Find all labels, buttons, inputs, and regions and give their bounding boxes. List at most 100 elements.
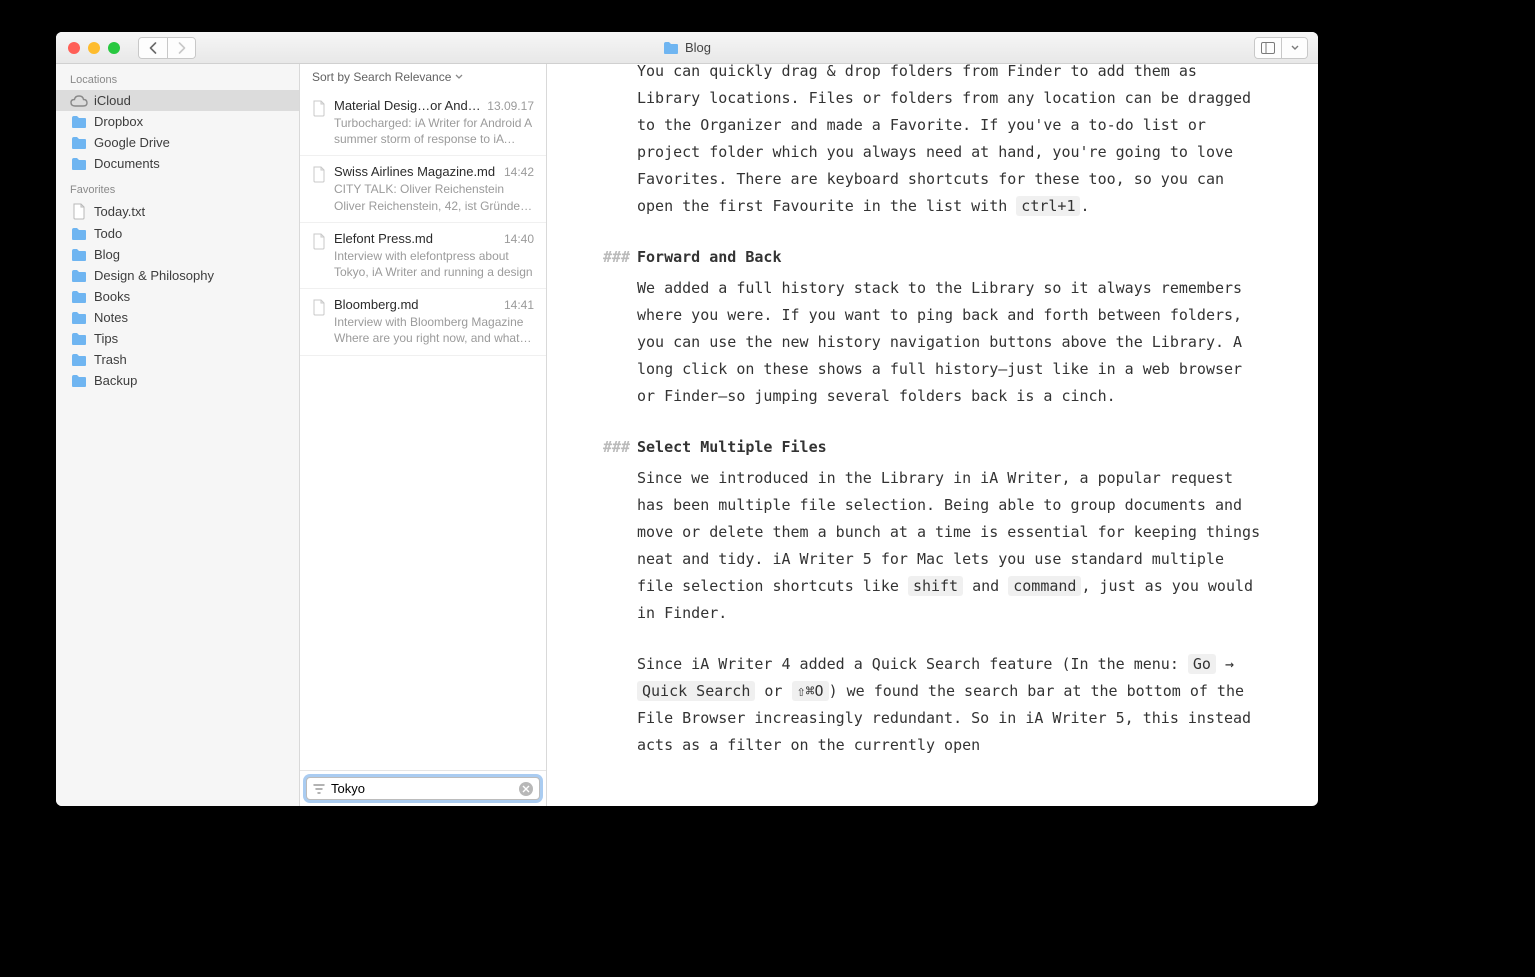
file-item[interactable]: Elefont Press.md 14:40 Interview with el… xyxy=(300,223,546,289)
sidebar-item-label: Trash xyxy=(94,352,127,367)
sidebar-item-trash[interactable]: Trash xyxy=(56,349,299,370)
editor-heading: ### Forward and Back xyxy=(637,244,1264,271)
search-input[interactable] xyxy=(331,781,513,796)
file-item[interactable]: Bloomberg.md 14:41 Interview with Bloomb… xyxy=(300,289,546,355)
minimize-button[interactable] xyxy=(88,42,100,54)
maximize-button[interactable] xyxy=(108,42,120,54)
titlebar: Blog xyxy=(56,32,1318,64)
breadcrumb: Blog xyxy=(663,40,711,55)
file-preview: Turbocharged: iA Writer for Android A su… xyxy=(334,115,534,147)
sidebar-item-books[interactable]: Books xyxy=(56,286,299,307)
file-item[interactable]: Material Desig…or Android.txt 13.09.17 T… xyxy=(300,90,546,156)
folder-icon xyxy=(663,41,679,55)
file-preview: Interview with Bloomberg Magazine Where … xyxy=(334,314,534,346)
inline-code: command xyxy=(1008,576,1081,596)
folder-icon xyxy=(70,374,88,388)
inline-code: ⇧⌘O xyxy=(792,681,829,701)
file-preview: Interview with elefontpress about Tokyo,… xyxy=(334,248,534,280)
editor-paragraph: Since we introduced in the Library in iA… xyxy=(637,465,1264,627)
folder-icon xyxy=(70,157,88,171)
sidebar-item-label: Backup xyxy=(94,373,137,388)
doc-icon xyxy=(312,233,326,280)
doc-icon xyxy=(312,166,326,213)
folder-icon xyxy=(70,353,88,367)
file-date: 13.09.17 xyxy=(487,99,534,113)
file-item[interactable]: Swiss Airlines Magazine.md 14:42 CITY TA… xyxy=(300,156,546,222)
sidebar-item-label: iCloud xyxy=(94,93,131,108)
doc-icon xyxy=(312,100,326,147)
file-preview: CITY TALK: Oliver Reichenstein Oliver Re… xyxy=(334,181,534,213)
close-icon xyxy=(522,785,530,793)
heading-marker: ### xyxy=(603,244,630,271)
nav-buttons xyxy=(138,37,196,59)
sidebar-item-label: Design & Philosophy xyxy=(94,268,214,283)
folder-icon xyxy=(70,332,88,346)
file-date: 14:40 xyxy=(504,232,534,246)
inline-code: ctrl+1 xyxy=(1016,196,1080,216)
editor[interactable]: You can quickly drag & drop folders from… xyxy=(547,32,1318,806)
filter-icon xyxy=(313,783,325,795)
chevron-down-icon xyxy=(455,74,463,80)
nav-back-button[interactable] xyxy=(139,38,167,58)
sidebar-item-label: Google Drive xyxy=(94,135,170,150)
nav-forward-button[interactable] xyxy=(167,38,195,58)
sidebar-section-header: Locations xyxy=(56,64,299,90)
sidebar-item-label: Books xyxy=(94,289,130,304)
folder-icon xyxy=(70,136,88,150)
heading-text: Select Multiple Files xyxy=(637,438,827,456)
sidebar-item-backup[interactable]: Backup xyxy=(56,370,299,391)
traffic-lights xyxy=(56,42,120,54)
editor-paragraph: You can quickly drag & drop folders from… xyxy=(637,58,1264,220)
view-controls xyxy=(1254,37,1308,59)
sidebar-item-todo[interactable]: Todo xyxy=(56,223,299,244)
folder-icon xyxy=(70,227,88,241)
search-bar xyxy=(300,770,546,806)
cloud-icon xyxy=(70,94,88,108)
heading-text: Forward and Back xyxy=(637,248,782,266)
sidebar-item-label: Blog xyxy=(94,247,120,262)
sort-label: Sort by Search Relevance xyxy=(312,70,451,84)
file-list: Sort by Search Relevance Material Desig…… xyxy=(300,32,547,806)
breadcrumb-label: Blog xyxy=(685,40,711,55)
sidebar-item-label: Dropbox xyxy=(94,114,143,129)
sidebar: Locations iCloud Dropbox Google Drive Do… xyxy=(56,32,300,806)
sidebar-item-label: Documents xyxy=(94,156,160,171)
sidebar-item-documents[interactable]: Documents xyxy=(56,153,299,174)
editor-heading: ### Select Multiple Files xyxy=(637,434,1264,461)
doc-icon xyxy=(312,299,326,346)
search-field[interactable] xyxy=(306,777,540,800)
close-button[interactable] xyxy=(68,42,80,54)
editor-paragraph: Since iA Writer 4 added a Quick Search f… xyxy=(637,651,1264,759)
sidebar-item-notes[interactable]: Notes xyxy=(56,307,299,328)
doc-icon xyxy=(70,203,88,220)
sidebar-item-tips[interactable]: Tips xyxy=(56,328,299,349)
sidebar-item-icloud[interactable]: iCloud xyxy=(56,90,299,111)
folder-icon xyxy=(70,290,88,304)
folder-icon xyxy=(70,115,88,129)
inline-code: Go xyxy=(1188,654,1216,674)
folder-icon xyxy=(70,248,88,262)
app-window: Blog Locations iCloud Dropbox Google Dri… xyxy=(56,32,1318,806)
file-title: Elefont Press.md xyxy=(334,231,433,246)
toggle-sidebar-button[interactable] xyxy=(1255,38,1281,58)
file-title: Bloomberg.md xyxy=(334,297,419,312)
inline-code: shift xyxy=(908,576,963,596)
search-clear-button[interactable] xyxy=(519,782,533,796)
sidebar-item-dropbox[interactable]: Dropbox xyxy=(56,111,299,132)
sidebar-item-design-philosophy[interactable]: Design & Philosophy xyxy=(56,265,299,286)
folder-icon xyxy=(70,311,88,325)
inline-code: Quick Search xyxy=(637,681,755,701)
folder-icon xyxy=(70,269,88,283)
editor-paragraph: We added a full history stack to the Lib… xyxy=(637,275,1264,410)
sidebar-item-blog[interactable]: Blog xyxy=(56,244,299,265)
sidebar-item-label: Todo xyxy=(94,226,122,241)
sidebar-item-label: Today.txt xyxy=(94,204,145,219)
view-dropdown-button[interactable] xyxy=(1281,38,1307,58)
sidebar-item-google-drive[interactable]: Google Drive xyxy=(56,132,299,153)
sidebar-item-label: Tips xyxy=(94,331,118,346)
sort-header[interactable]: Sort by Search Relevance xyxy=(300,64,546,90)
sidebar-item-today[interactable]: Today.txt xyxy=(56,200,299,223)
file-title: Swiss Airlines Magazine.md xyxy=(334,164,495,179)
file-date: 14:41 xyxy=(504,298,534,312)
sidebar-section-header: Favorites xyxy=(56,174,299,200)
